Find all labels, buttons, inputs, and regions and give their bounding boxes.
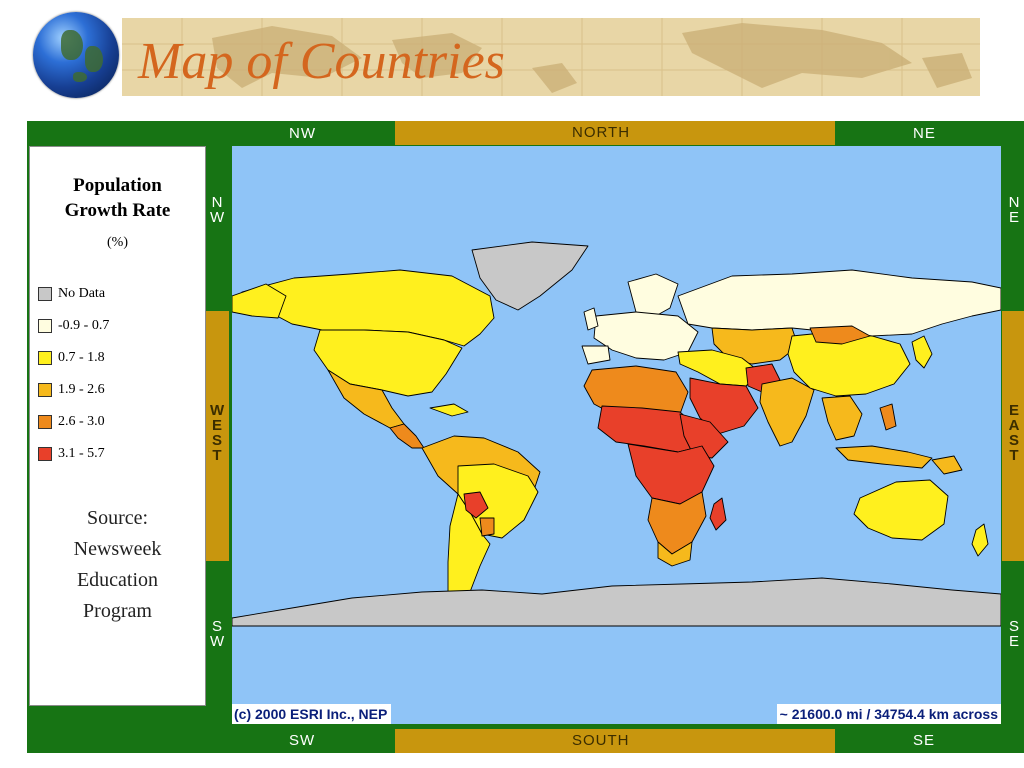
legend-item-no-data: No Data: [38, 286, 105, 302]
region-russia: [677, 269, 1001, 337]
frame-label-se: SE: [913, 732, 936, 749]
region-new-zealand: [971, 523, 989, 557]
region-india: [759, 377, 815, 447]
frame-label-ne: NE: [913, 125, 936, 142]
region-caribbean: [429, 403, 469, 417]
legend-item-range-3: 1.9 - 2.6: [38, 382, 105, 398]
map-scale: ~ 21600.0 mi / 34754.4 km across: [776, 704, 1001, 724]
legend-title: Population Growth Rate: [64, 175, 171, 221]
world-map: [232, 146, 1001, 724]
region-philippines: [879, 403, 897, 431]
legend-label: 0.7 - 1.8: [58, 350, 105, 365]
frame-label-nw: NW: [289, 125, 316, 142]
frame-label-east: EA ST: [1008, 402, 1020, 464]
frame-label-sw: SW: [289, 732, 316, 749]
legend-swatch: [38, 447, 52, 461]
frame-label-left-lower: SW: [210, 618, 225, 650]
region-iberia: [581, 345, 611, 365]
legend-item-range-1: -0.9 - 0.7: [38, 318, 109, 334]
region-australia: [853, 479, 949, 541]
legend-swatch: [38, 287, 52, 301]
legend-label: 2.6 - 3.0: [58, 414, 105, 429]
frame-label-north: NORTH: [572, 124, 631, 141]
map-copyright: (c) 2000 ESRI Inc., NEP: [232, 704, 392, 724]
legend-item-range-4: 2.6 - 3.0: [38, 414, 105, 430]
legend-swatch: [38, 351, 52, 365]
frame-label-right-upper: NE: [1008, 194, 1020, 226]
legend-label: 1.9 - 2.6: [58, 382, 105, 397]
region-usa: [313, 329, 463, 397]
legend-swatch: [38, 383, 52, 397]
legend-label: No Data: [58, 286, 106, 301]
frame-label-south: SOUTH: [572, 732, 630, 749]
region-se-asia: [821, 395, 863, 441]
map-legend: Population Growth Rate (%) No Data -0.9 …: [29, 146, 206, 706]
frame-label-right-lower: SE: [1008, 618, 1019, 650]
region-antarctica: [232, 577, 1001, 627]
frame-label-west: WE ST: [210, 402, 225, 464]
region-central-america: [389, 423, 425, 449]
region-madagascar: [709, 497, 727, 531]
legend-swatch: [38, 415, 52, 429]
legend-unit: (%): [107, 235, 128, 250]
legend-swatch: [38, 319, 52, 333]
legend-source: Source: Newsweek Education Program: [73, 507, 162, 622]
region-paraguay: [479, 517, 495, 537]
region-indonesia: [835, 445, 933, 469]
legend-label: 3.1 - 5.7: [58, 446, 105, 461]
world-map-canvas: [232, 241, 1001, 627]
region-scandinavia: [627, 273, 679, 319]
frame-label-left-upper: NW: [210, 194, 225, 226]
slide-title: Map of Countries: [138, 33, 505, 90]
region-uk: [583, 307, 599, 331]
legend-label: -0.9 - 0.7: [58, 318, 110, 333]
globe-logo: [33, 12, 119, 98]
legend-item-range-5: 3.1 - 5.7: [38, 446, 105, 462]
legend-item-range-2: 0.7 - 1.8: [38, 350, 105, 366]
region-japan-korea: [911, 335, 933, 369]
region-png: [931, 455, 963, 475]
